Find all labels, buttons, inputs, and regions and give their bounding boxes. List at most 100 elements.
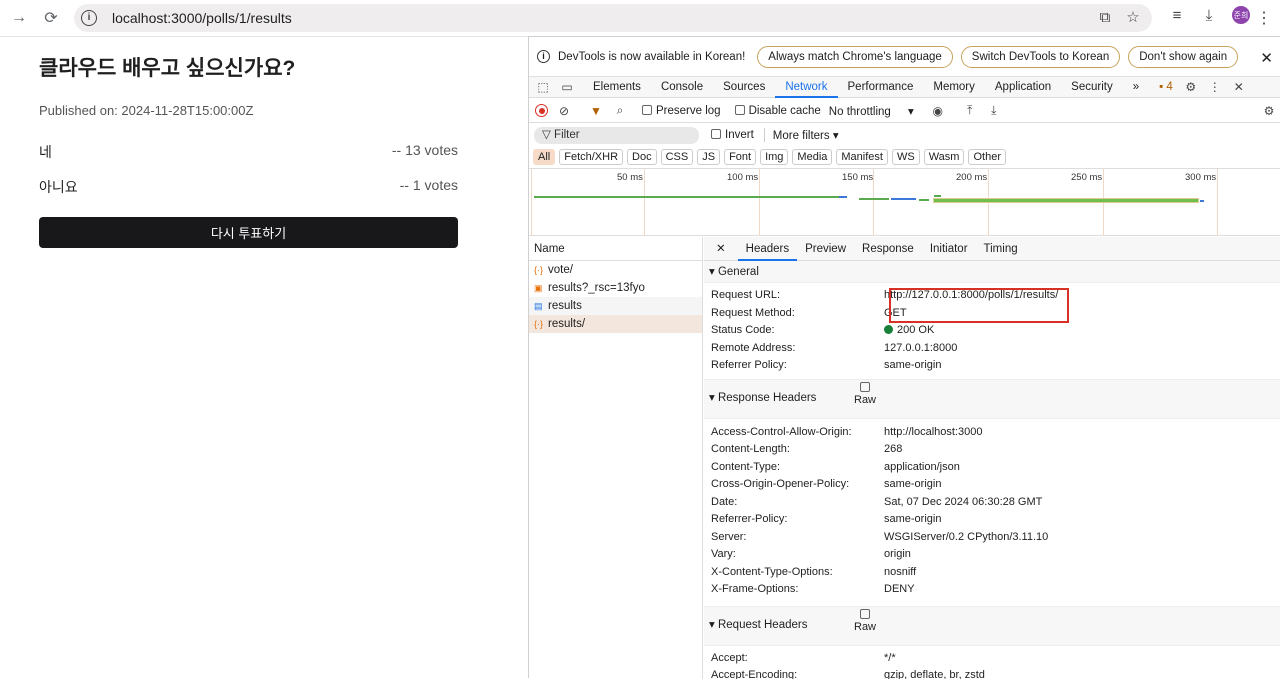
- type-filter-font[interactable]: Font: [724, 149, 756, 165]
- list-item[interactable]: ▣results?_rsc=13fyo: [529, 279, 702, 297]
- timeline-label: 200 ms: [956, 172, 987, 183]
- header-row: Cross-Origin-Opener-Policy:same-origin: [704, 476, 1280, 494]
- timeline-label: 300 ms: [1185, 172, 1216, 183]
- list-header[interactable]: Name: [529, 237, 702, 261]
- filter-input[interactable]: ▽ Filter: [534, 127, 699, 144]
- timeline-bar: [891, 198, 916, 200]
- revote-button[interactable]: 다시 투표하기: [39, 217, 458, 248]
- type-filter-ws[interactable]: WS: [892, 149, 920, 165]
- tab-initiator[interactable]: Initiator: [922, 237, 976, 261]
- resource-type-filters: All Fetch/XHR Doc CSS JS Font Img Media …: [529, 147, 1280, 167]
- type-filter-other[interactable]: Other: [968, 149, 1006, 165]
- section-title: Request Headers: [718, 619, 808, 631]
- timeline-label: 100 ms: [727, 172, 758, 183]
- tab-headers[interactable]: Headers: [738, 237, 797, 261]
- preserve-log-checkbox[interactable]: Preserve log: [642, 105, 721, 117]
- request-list: Name {·}vote/ ▣results?_rsc=13fyo ▤resul…: [529, 237, 703, 679]
- type-filter-img[interactable]: Img: [760, 149, 788, 165]
- type-filter-all[interactable]: All: [533, 149, 555, 165]
- filter-funnel-icon[interactable]: ▼: [588, 104, 604, 118]
- type-filter-wasm[interactable]: Wasm: [924, 149, 965, 165]
- tab-elements[interactable]: Elements: [583, 77, 651, 98]
- timeline-bar: [919, 199, 929, 201]
- translate-icon[interactable]: ⧉: [1096, 8, 1114, 26]
- invert-checkbox[interactable]: Invert: [711, 129, 754, 141]
- import-har-icon[interactable]: ⤒: [962, 103, 978, 118]
- type-filter-doc[interactable]: Doc: [627, 149, 657, 165]
- close-devtools-icon[interactable]: ✕: [1231, 80, 1247, 94]
- more-tabs-icon[interactable]: »: [1123, 77, 1149, 98]
- tab-sources[interactable]: Sources: [713, 77, 775, 98]
- reading-list-icon[interactable]: ≡: [1168, 6, 1186, 24]
- switch-korean-button[interactable]: Switch DevTools to Korean: [961, 46, 1120, 68]
- forward-icon[interactable]: →: [5, 4, 33, 32]
- header-row: Content-Type:application/json: [704, 459, 1280, 477]
- tab-response[interactable]: Response: [854, 237, 922, 261]
- header-row: Server:WSGIServer/0.2 CPython/3.11.10: [704, 529, 1280, 547]
- tab-performance[interactable]: Performance: [838, 77, 924, 98]
- device-toolbar-icon[interactable]: ▭: [559, 80, 575, 94]
- download-icon[interactable]: ⤓: [1200, 6, 1218, 24]
- tab-security[interactable]: Security: [1061, 77, 1123, 98]
- detail-tabs: ✕ Headers Preview Response Initiator Tim…: [704, 237, 1280, 261]
- header-key: Remote Address:: [704, 340, 884, 358]
- network-conditions-icon[interactable]: ◉: [930, 104, 946, 118]
- close-icon[interactable]: ✕: [1260, 49, 1273, 67]
- list-item[interactable]: ▤results: [529, 297, 702, 315]
- request-name: results/: [548, 315, 585, 333]
- issues-badge[interactable]: ▪ 4: [1149, 77, 1183, 98]
- timeline-bar: [534, 196, 839, 198]
- devtools-menu-icon[interactable]: ⋮: [1207, 80, 1223, 94]
- type-filter-media[interactable]: Media: [792, 149, 832, 165]
- type-filter-js[interactable]: JS: [697, 149, 720, 165]
- type-filter-css[interactable]: CSS: [661, 149, 694, 165]
- tab-application[interactable]: Application: [985, 77, 1061, 98]
- reload-icon[interactable]: ⟳: [37, 4, 65, 32]
- record-icon[interactable]: [535, 104, 548, 117]
- poll-title: 클라우드 배우고 싶으신가요?: [39, 52, 295, 82]
- raw-toggle[interactable]: Raw: [854, 382, 876, 406]
- header-row: Remote Address:127.0.0.1:8000: [704, 340, 1280, 358]
- tab-memory[interactable]: Memory: [923, 77, 985, 98]
- header-row: Content-Length:268: [704, 441, 1280, 459]
- avatar[interactable]: 준희: [1232, 6, 1250, 24]
- tab-console[interactable]: Console: [651, 77, 713, 98]
- match-language-button[interactable]: Always match Chrome's language: [757, 46, 953, 68]
- raw-label: Raw: [854, 621, 876, 633]
- clear-icon[interactable]: ⊘: [556, 104, 572, 118]
- site-info-icon[interactable]: i: [81, 10, 97, 26]
- tab-network[interactable]: Network: [775, 77, 837, 98]
- export-har-icon[interactable]: ⤓: [986, 103, 1002, 118]
- request-detail: ✕ Headers Preview Response Initiator Tim…: [704, 237, 1280, 679]
- response-headers-header[interactable]: ▾ Response Headers Raw: [704, 379, 1280, 419]
- search-icon[interactable]: ⌕: [612, 103, 628, 118]
- throttling-select[interactable]: No throttling ▾: [829, 104, 914, 118]
- throttling-value: No throttling: [829, 106, 891, 118]
- more-filters-dropdown[interactable]: More filters ▾: [764, 128, 839, 142]
- language-infobar: i DevTools is now available in Korean! A…: [529, 37, 1280, 77]
- bookmark-star-icon[interactable]: ☆: [1124, 8, 1142, 26]
- type-filter-manifest[interactable]: Manifest: [836, 149, 888, 165]
- chrome-menu-icon[interactable]: ⋮: [1256, 8, 1272, 28]
- type-filter-fetch[interactable]: Fetch/XHR: [559, 149, 623, 165]
- raw-toggle[interactable]: Raw: [854, 609, 876, 633]
- list-item[interactable]: {·}results/: [529, 315, 702, 333]
- address-bar[interactable]: i localhost:3000/polls/1/results ⧉ ☆: [74, 4, 1152, 32]
- raw-label: Raw: [854, 394, 876, 406]
- network-settings-icon[interactable]: ⚙: [1261, 104, 1277, 118]
- tab-preview[interactable]: Preview: [797, 237, 854, 261]
- network-overview-timeline[interactable]: 50 ms 100 ms 150 ms 200 ms 250 ms 300 ms: [529, 168, 1280, 236]
- list-item[interactable]: {·}vote/: [529, 261, 702, 279]
- general-section-header[interactable]: ▾ General: [704, 261, 1280, 283]
- header-key: X-Content-Type-Options:: [704, 564, 884, 582]
- devtools-panel: i DevTools is now available in Korean! A…: [528, 36, 1280, 678]
- close-detail-icon[interactable]: ✕: [704, 237, 738, 261]
- tab-timing[interactable]: Timing: [976, 237, 1026, 261]
- inspect-icon[interactable]: ⬚: [535, 80, 551, 94]
- preserve-log-label: Preserve log: [656, 105, 721, 117]
- disable-cache-checkbox[interactable]: Disable cache: [735, 105, 821, 117]
- settings-icon[interactable]: ⚙: [1183, 80, 1199, 94]
- request-headers-header[interactable]: ▾ Request Headers Raw: [704, 606, 1280, 646]
- request-name: results: [548, 297, 582, 315]
- dont-show-button[interactable]: Don't show again: [1128, 46, 1238, 68]
